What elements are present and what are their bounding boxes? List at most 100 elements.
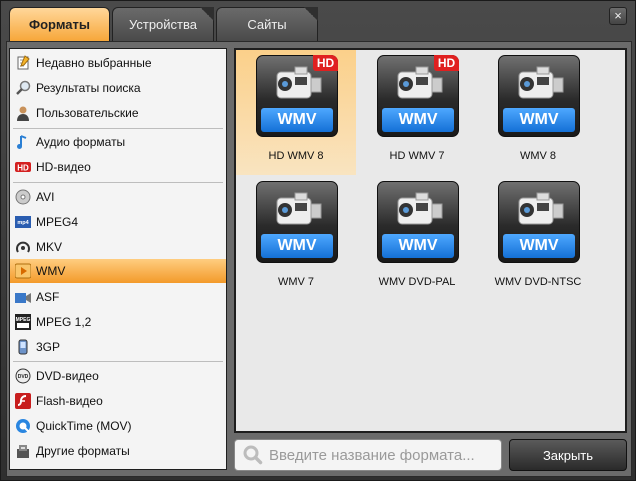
sidebar-item-label: Пользовательские bbox=[36, 106, 139, 120]
sidebar-item-search-results[interactable]: Результаты поиска bbox=[10, 76, 226, 100]
music-note-icon bbox=[15, 134, 31, 150]
sidebar-item-label: Аудио форматы bbox=[36, 135, 126, 149]
tab-bar: Форматы Устройства Сайты bbox=[9, 7, 320, 41]
format-card-wmv-7[interactable]: WMV WMV 7 bbox=[236, 176, 356, 301]
sidebar-item-label: MPEG4 bbox=[36, 215, 79, 229]
mkv-icon bbox=[15, 239, 31, 255]
wmv-label: WMV bbox=[261, 234, 333, 258]
search-input[interactable] bbox=[269, 442, 499, 468]
sidebar-item-label: MPEG 1,2 bbox=[36, 315, 92, 329]
wmv-label: WMV bbox=[503, 108, 575, 132]
sidebar-item-label: HD-видео bbox=[36, 160, 91, 174]
sidebar-item-flash[interactable]: Flash-видео bbox=[10, 389, 226, 413]
search-results-icon bbox=[15, 80, 31, 96]
sidebar-item-label: Другие форматы bbox=[36, 444, 130, 458]
search-icon bbox=[243, 445, 263, 465]
recent-icon bbox=[15, 55, 31, 71]
format-card-wmv-dvd-pal[interactable]: WMV WMV DVD-PAL bbox=[357, 176, 477, 301]
sidebar-item-mkv[interactable]: MKV bbox=[10, 235, 226, 259]
sidebar-item-label: Результаты поиска bbox=[36, 81, 141, 95]
svg-text:HD: HD bbox=[17, 164, 29, 173]
svg-text:DVD: DVD bbox=[18, 374, 29, 380]
svg-text:MPEG: MPEG bbox=[16, 317, 31, 323]
tab-label: Сайты bbox=[247, 17, 287, 32]
sidebar-item-label: Flash-видео bbox=[36, 394, 103, 408]
camcorder-icon bbox=[276, 192, 322, 225]
sidebar-item-label: DVD-видео bbox=[36, 369, 99, 383]
format-search-box bbox=[234, 439, 502, 471]
tab-sites[interactable]: Сайты bbox=[216, 7, 318, 41]
format-tile: WMV HD bbox=[377, 55, 459, 137]
tab-devices[interactable]: Устройства bbox=[112, 7, 214, 41]
sidebar-item-label: ASF bbox=[36, 290, 60, 304]
sidebar-item-wmv[interactable]: WMV bbox=[10, 259, 226, 283]
dvd-icon: DVD bbox=[15, 368, 31, 384]
quicktime-icon bbox=[15, 418, 31, 434]
format-card-wmv-8[interactable]: WMV WMV 8 bbox=[478, 50, 598, 175]
sidebar-item-mpeg12[interactable]: MPEG MPEG 1,2 bbox=[10, 310, 226, 334]
sidebar-item-audio[interactable]: Аудио форматы bbox=[10, 130, 226, 154]
format-grid: WMV HD HD WMV 8 WMV HD HD WMV 7 WMV WMV … bbox=[234, 48, 627, 433]
format-name: WMV DVD-PAL bbox=[378, 276, 456, 288]
svg-text:mp4: mp4 bbox=[17, 220, 29, 226]
close-button[interactable]: Закрыть bbox=[509, 439, 627, 471]
camcorder-icon bbox=[518, 66, 564, 99]
tab-label: Форматы bbox=[29, 17, 90, 32]
hd-badge: HD bbox=[434, 55, 459, 71]
sidebar-item-label: QuickTime (MOV) bbox=[36, 419, 132, 433]
format-tile: WMV bbox=[256, 181, 338, 263]
format-name: WMV 8 bbox=[519, 150, 557, 162]
sidebar-item-mpeg4[interactable]: mp4 MPEG4 bbox=[10, 210, 226, 234]
sidebar-divider bbox=[13, 182, 223, 183]
format-tile: WMV HD bbox=[256, 55, 338, 137]
mpeg4-icon: mp4 bbox=[15, 214, 31, 230]
hd-badge: HD bbox=[313, 55, 338, 71]
sidebar-item-label: AVI bbox=[36, 190, 55, 204]
user-icon bbox=[15, 105, 31, 121]
wmv-label: WMV bbox=[382, 108, 454, 132]
format-card-hd-wmv-7[interactable]: WMV HD HD WMV 7 bbox=[357, 50, 477, 175]
hd-icon: HD bbox=[15, 159, 31, 175]
mpeg-icon: MPEG bbox=[15, 314, 31, 330]
flash-icon bbox=[15, 393, 31, 409]
sidebar-divider bbox=[13, 128, 223, 129]
camcorder-icon bbox=[397, 192, 443, 225]
format-name: HD WMV 7 bbox=[389, 150, 445, 162]
sidebar-item-3gp[interactable]: 3GP bbox=[10, 335, 226, 359]
sidebar-item-avi[interactable]: AVI bbox=[10, 185, 226, 209]
sidebar-item-label: 3GP bbox=[36, 340, 61, 354]
format-card-wmv-dvd-ntsc[interactable]: WMV WMV DVD-NTSC bbox=[478, 176, 598, 301]
sidebar-item-asf[interactable]: ASF bbox=[10, 285, 226, 309]
wmv-label: WMV bbox=[503, 234, 575, 258]
format-dialog: Форматы Устройства Сайты × Недавно выбра… bbox=[0, 0, 636, 481]
format-tile: WMV bbox=[498, 181, 580, 263]
other-formats-icon bbox=[15, 443, 31, 459]
camcorder-icon bbox=[518, 192, 564, 225]
format-tile: WMV bbox=[377, 181, 459, 263]
avi-disc-icon bbox=[15, 189, 31, 205]
sidebar-item-recent[interactable]: Недавно выбранные bbox=[10, 51, 226, 75]
format-card-hd-wmv-8[interactable]: WMV HD HD WMV 8 bbox=[236, 50, 356, 175]
wmv-play-icon bbox=[14, 263, 32, 279]
format-name: WMV 7 bbox=[277, 276, 315, 288]
wmv-label: WMV bbox=[261, 108, 333, 132]
format-tile: WMV bbox=[498, 55, 580, 137]
sidebar-item-label: MKV bbox=[36, 240, 63, 254]
sidebar-item-quicktime[interactable]: QuickTime (MOV) bbox=[10, 414, 226, 438]
sidebar-item-label: WMV bbox=[36, 264, 66, 278]
sidebar-item-custom[interactable]: Пользовательские bbox=[10, 101, 226, 125]
format-name: HD WMV 8 bbox=[268, 150, 324, 162]
sidebar-item-dvd[interactable]: DVD DVD-видео bbox=[10, 364, 226, 388]
format-name: WMV DVD-NTSC bbox=[494, 276, 582, 288]
asf-icon bbox=[15, 289, 31, 305]
format-category-list: Недавно выбранные Результаты поиска Поль… bbox=[9, 48, 227, 470]
sidebar-item-hd-video[interactable]: HD HD-видео bbox=[10, 155, 226, 179]
tab-label: Устройства bbox=[128, 17, 197, 32]
sidebar-item-label: Недавно выбранные bbox=[36, 56, 152, 70]
sidebar-divider bbox=[13, 361, 223, 362]
window-close-icon[interactable]: × bbox=[609, 7, 627, 25]
sidebar-item-other[interactable]: Другие форматы bbox=[10, 439, 226, 463]
tab-formats[interactable]: Форматы bbox=[9, 7, 110, 41]
wmv-label: WMV bbox=[382, 234, 454, 258]
phone-icon bbox=[15, 339, 31, 355]
